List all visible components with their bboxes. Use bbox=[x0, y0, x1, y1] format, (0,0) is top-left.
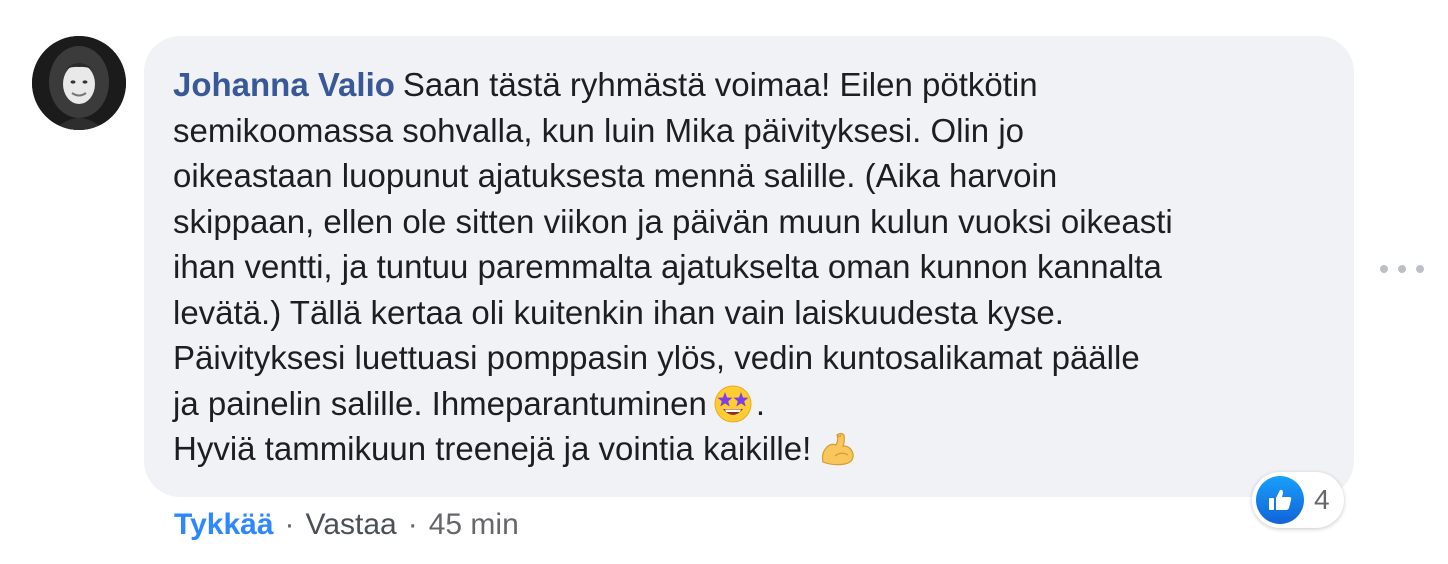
reply-button[interactable]: Vastaa bbox=[306, 506, 397, 544]
comment-line: . bbox=[755, 384, 765, 422]
avatar[interactable] bbox=[32, 36, 126, 130]
separator: · bbox=[284, 508, 295, 541]
comment-item: Johanna Valio Saan tästä ryhmästä voimaa!… bbox=[0, 0, 1448, 564]
comment-line: Päivityksesi luettuasi pomppasin ylös, v… bbox=[173, 339, 1140, 376]
avatar-photo bbox=[32, 36, 126, 130]
more-dot bbox=[1398, 265, 1406, 273]
more-options-button[interactable] bbox=[1380, 258, 1424, 280]
more-dot bbox=[1416, 265, 1424, 273]
comment-line: oikeastaan luopunut ajatuksesta mennä sa… bbox=[173, 157, 1058, 194]
comment-line: skippaan, ellen ole sitten viikon ja päi… bbox=[173, 202, 1173, 240]
flexed-biceps-emoji bbox=[817, 429, 857, 469]
comment-actions: Tykkää · Vastaa · 45 min bbox=[174, 506, 519, 544]
reactions-summary[interactable]: 4 bbox=[1252, 472, 1344, 528]
comment-line: levätä.) Tällä kertaa oli kuitenkin ihan… bbox=[173, 293, 1064, 331]
star-struck-emoji bbox=[713, 384, 753, 424]
separator: · bbox=[407, 508, 418, 541]
comment-line: Saan tästä ryhmästä voimaa! Eilen pötköt… bbox=[402, 66, 1038, 103]
comment-bubble: Johanna Valio Saan tästä ryhmästä voimaa!… bbox=[144, 36, 1354, 497]
timestamp-link[interactable]: 45 min bbox=[429, 506, 519, 544]
more-dot bbox=[1380, 265, 1388, 273]
thumbs-up-icon bbox=[1256, 476, 1304, 524]
comment-line: Hyviä tammikuun treenejä ja vointia kaik… bbox=[173, 430, 812, 467]
reaction-count: 4 bbox=[1314, 484, 1330, 515]
comment-body: Johanna Valio Saan tästä ryhmästä voimaa!… bbox=[173, 62, 1326, 472]
like-button[interactable]: Tykkää bbox=[174, 506, 274, 544]
comment-author-link[interactable]: Johanna Valio bbox=[173, 66, 395, 103]
comment-line: ihan ventti, ja tuntuu paremmalta ajatuk… bbox=[173, 248, 1162, 285]
comment-line: semikoomassa sohvalla, kun luin Mika päi… bbox=[173, 111, 1025, 149]
comment-line: ja painelin salille. Ihmeparantuminen bbox=[173, 384, 707, 422]
